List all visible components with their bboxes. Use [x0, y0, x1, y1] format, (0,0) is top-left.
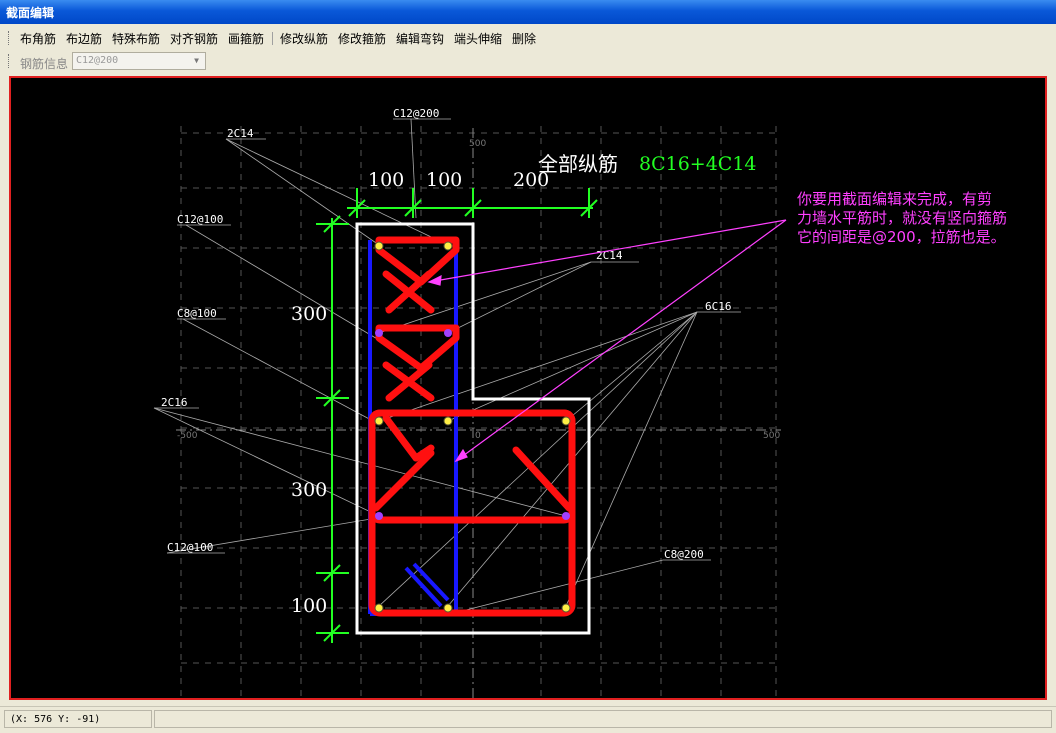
axis-label-x-right: 500	[763, 431, 780, 441]
summary-label: 全部纵筋	[538, 152, 618, 176]
status-bar: (X: 576 Y: -91)	[0, 706, 1056, 733]
window-title: 截面编辑	[6, 6, 55, 20]
edit-stirrup-button[interactable]: 修改箍筋	[338, 30, 386, 47]
label-c12-100-lower: C12@100	[167, 541, 213, 554]
rebar-info-toolbar: 钢筋信息 C12@200 ▼	[4, 50, 1052, 74]
label-2c14-top: 2C14	[227, 127, 254, 140]
summary-value: 8C16+4C14	[639, 153, 757, 175]
special-rebar-button[interactable]: 特殊布筋	[112, 30, 160, 47]
label-2c16: 2C16	[161, 396, 188, 409]
axis-label-origin: 0	[475, 431, 481, 441]
main-toolbar: 布角筋 布边筋 特殊布筋 对齐钢筋 画箍筋 修改纵筋 修改箍筋 编辑弯钩 端头伸…	[4, 27, 1052, 49]
toolbar-grip[interactable]	[8, 54, 12, 68]
toolbar-separator	[272, 32, 273, 45]
dim-top-1: 100	[368, 169, 404, 191]
dim-left-1: 300	[291, 303, 327, 325]
edit-hook-button[interactable]: 编辑弯钩	[396, 30, 444, 47]
draw-stirrup-button[interactable]: 画箍筋	[228, 30, 264, 47]
delete-button[interactable]: 删除	[512, 30, 536, 47]
label-6c16: 6C16	[705, 300, 732, 313]
annotation-line-1: 你要用截面编辑来完成，有剪	[797, 190, 992, 208]
title-bar: 截面编辑	[0, 0, 1056, 24]
align-rebar-button[interactable]: 对齐钢筋	[170, 30, 218, 47]
chevron-down-icon[interactable]: ▼	[190, 55, 203, 67]
toolbar-grip[interactable]	[8, 31, 12, 45]
end-extend-button[interactable]: 端头伸缩	[454, 30, 502, 47]
label-c8-100: C8@100	[177, 307, 217, 320]
edit-long-rebar-button[interactable]: 修改纵筋	[280, 30, 328, 47]
axis-label-y-top: 500	[469, 139, 486, 149]
annotation-line-2: 力墙水平筋时，就没有竖向箍筋	[797, 209, 1007, 227]
status-pane	[154, 710, 1052, 728]
label-c12-200-top: C12@200	[393, 107, 439, 120]
dim-left-3: 100	[291, 595, 327, 617]
drawing-canvas[interactable]: 500 -500 0 500 100 100 200 300 300 100 全…	[9, 76, 1047, 700]
rebar-info-combo[interactable]: C12@200 ▼	[72, 52, 206, 70]
annotation-text: 你要用截面编辑来完成，有剪 力墙水平筋时，就没有竖向箍筋 它的间距是@200，拉…	[797, 190, 1007, 246]
rebar-info-value: C12@200	[76, 55, 119, 66]
label-c8-200: C8@200	[664, 548, 704, 561]
annotation-line-3: 它的间距是@200，拉筋也是。	[797, 228, 1006, 246]
axis-label-x-left: -500	[177, 431, 198, 441]
label-c12-100-upper: C12@100	[177, 213, 223, 226]
dim-left-2: 300	[291, 479, 327, 501]
dim-top-2: 100	[426, 169, 462, 191]
corner-rebar-button[interactable]: 布角筋	[20, 30, 56, 47]
section-drawing: 500 -500 0 500 100 100 200 300 300 100 全…	[153, 107, 1007, 698]
leader-lines	[153, 118, 741, 611]
rebar-info-label: 钢筋信息	[20, 57, 69, 71]
coords-readout: (X: 576 Y: -91)	[4, 710, 152, 728]
edge-rebar-button[interactable]: 布边筋	[66, 30, 102, 47]
